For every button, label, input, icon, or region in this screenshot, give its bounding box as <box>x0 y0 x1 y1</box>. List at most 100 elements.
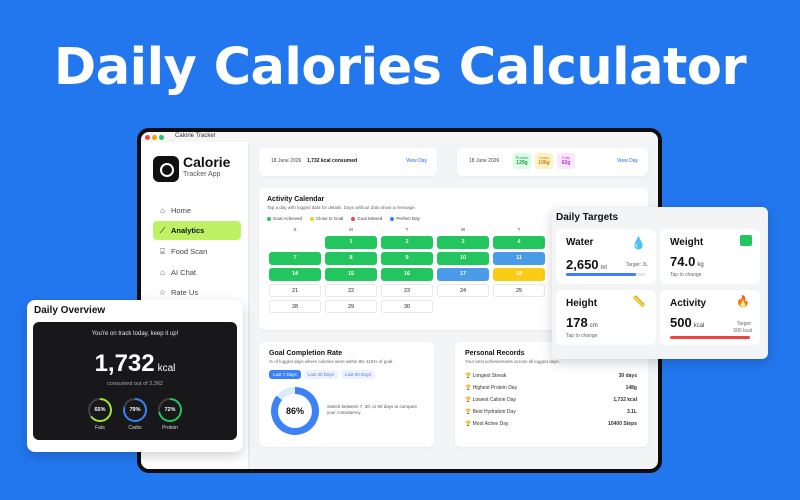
flame-icon: 🔥 <box>736 296 750 308</box>
calendar-day[interactable]: 8 <box>325 252 377 265</box>
kcal-unit: kcal <box>157 363 176 374</box>
tab-last-7-days[interactable]: Last 7 Days <box>269 370 301 379</box>
app-name: Calorie <box>183 154 231 170</box>
trophy-icon: 🏆 <box>465 397 473 403</box>
legend-goal-achieved: Goal Achieved <box>267 216 302 221</box>
macro-ring: 79% <box>123 398 147 422</box>
close-window-button[interactable] <box>145 135 150 140</box>
sidebar-item-ai-chat[interactable]: ⌂ AI Chat <box>153 263 241 282</box>
macro-ring-percent: 72% <box>160 400 180 420</box>
calendar-day[interactable]: 3 <box>437 236 489 249</box>
record-row: 🏆 Best Hydration Day 3.1L <box>465 409 637 415</box>
goal-rate-ring: 86% <box>271 387 319 435</box>
macro-summary-card: 18 June 2026 Protein 129g Carbs 106g Fats 6… <box>457 148 648 176</box>
maximize-window-button[interactable] <box>159 135 164 140</box>
water-value: 2,650 <box>566 257 599 272</box>
calendar-day[interactable]: 28 <box>269 300 321 313</box>
targets-title: Daily Targets <box>556 212 619 223</box>
calendar-day[interactable]: 2 <box>381 236 433 249</box>
calendar-description: Tap a day with logged data for details. … <box>267 205 416 210</box>
chat-icon: ⌂ <box>160 268 165 277</box>
tab-last-90-days[interactable]: Last 90 Days <box>341 370 376 379</box>
macro-ring-label: Carbs <box>128 425 142 431</box>
overview-consumed: consumed out of 2,362 <box>107 381 163 387</box>
calendar-day[interactable]: 23 <box>381 284 433 297</box>
window-titlebar: Calorie Tracker <box>141 132 658 142</box>
macro-badge-carbs: Carbs 106g <box>535 153 553 169</box>
calendar-day[interactable]: 17 <box>437 268 489 281</box>
calendar-day[interactable]: 18 <box>493 268 545 281</box>
activity-label: Activity <box>670 298 707 309</box>
legend-close-to-goal: Close to Goal <box>310 216 343 221</box>
scale-icon <box>740 235 752 246</box>
height-label: Height <box>566 298 598 309</box>
activity-unit: kcal <box>693 323 705 329</box>
day-consumed: 1,732 kcal consumed <box>307 158 358 164</box>
calendar-day[interactable]: 21 <box>269 284 321 297</box>
weekday-label: M <box>349 227 353 232</box>
calendar-day[interactable]: 9 <box>381 252 433 265</box>
sidebar-item-analytics[interactable]: ⟋ Analytics <box>153 221 241 240</box>
activity-progress-fill <box>670 336 750 339</box>
record-value: 1,732 kcal <box>613 397 637 403</box>
macro-ring-label: Fats <box>95 425 105 431</box>
home-icon: ⌂ <box>160 206 165 215</box>
calendar-day[interactable]: 14 <box>269 268 321 281</box>
star-icon: ☆ <box>158 288 167 297</box>
goal-rate-percent: 86% <box>278 394 312 428</box>
macro-ring-percent: 65% <box>90 400 110 420</box>
calendar-day[interactable]: 30 <box>381 300 433 313</box>
record-label: Longest Streak <box>472 373 507 379</box>
calendar-day[interactable]: 16 <box>381 268 433 281</box>
sidebar-item-label: Food Scan <box>171 247 208 256</box>
activity-value: 500 <box>670 315 692 330</box>
calendar-day[interactable]: 24 <box>437 284 489 297</box>
activity-target-value: 500 kcal <box>733 327 752 334</box>
sidebar-item-home[interactable]: ⌂ Home <box>153 201 241 220</box>
records-title: Personal Records <box>465 350 525 357</box>
view-day-link[interactable]: View Day <box>406 158 427 164</box>
overview-card: You're on track today, keep it up! 1,732… <box>33 322 237 440</box>
goal-rate-description: % of logged days where calories were wit… <box>269 359 394 364</box>
macro-value: 106g <box>538 160 550 166</box>
weight-card[interactable]: Weight 74.0 kg Tap to change <box>660 229 760 284</box>
macro-ring: 72% <box>158 398 182 422</box>
calendar-day[interactable]: 25 <box>493 284 545 297</box>
calendar-day[interactable]: 15 <box>325 268 377 281</box>
calendar-day[interactable]: 1 <box>325 236 377 249</box>
macro-ring-label: Protein <box>162 425 178 431</box>
weight-hint: Tap to change <box>670 272 702 278</box>
activity-target: Target: 500 kcal <box>733 321 752 334</box>
height-card[interactable]: Height 📏 178 cm Tap to change <box>556 290 656 345</box>
overview-message: You're on track today, keep it up! <box>91 331 179 337</box>
view-day-link[interactable]: View Day <box>617 158 638 164</box>
calendar-day[interactable]: 11 <box>493 252 545 265</box>
calendar-day[interactable]: 4 <box>493 236 545 249</box>
height-hint: Tap to change <box>566 333 598 339</box>
range-tabs: Last 7 Days Last 30 Days Last 90 Days <box>269 370 376 379</box>
goal-completion-card: Goal Completion Rate % of logged days wh… <box>259 342 434 447</box>
day-summary-card: 18 June 2026 1,732 kcal consumed View Da… <box>259 148 437 176</box>
calendar-day[interactable]: 22 <box>325 284 377 297</box>
water-card[interactable]: Water 💧 2,650 ml Target: 3L <box>556 229 656 284</box>
sidebar-item-food-scan[interactable]: ⌸ Food Scan <box>153 242 241 261</box>
day-date: 18 June 2026 <box>469 158 500 164</box>
minimize-window-button[interactable] <box>152 135 157 140</box>
weekday-label: W <box>460 227 466 232</box>
calendar-day[interactable]: 29 <box>325 300 377 313</box>
tab-last-30-days[interactable]: Last 30 Days <box>303 370 339 379</box>
record-value: 30 days <box>618 373 637 379</box>
record-row: 🏆 Most Active Day 10400 Steps <box>465 421 637 427</box>
record-row: 🏆 Lowest Calorie Day 1,732 kcal <box>465 397 637 403</box>
overview-kcal: 1,732 kcal <box>33 350 237 378</box>
scan-icon: ⌸ <box>160 247 165 256</box>
sidebar-item-label: Rate Us <box>171 288 199 297</box>
calendar-day[interactable]: 10 <box>437 252 489 265</box>
macro-badge-fats: Fats 62g <box>557 153 575 169</box>
record-value: 148g <box>625 385 637 391</box>
activity-card[interactable]: Activity 🔥 500 kcal Target: 500 kcal <box>660 290 760 345</box>
legend-goal-missed: Goal Missed <box>351 216 382 221</box>
sidebar-item-label: Home <box>171 206 192 215</box>
trophy-icon: 🏆 <box>465 409 473 415</box>
calendar-day[interactable]: 7 <box>269 252 321 265</box>
